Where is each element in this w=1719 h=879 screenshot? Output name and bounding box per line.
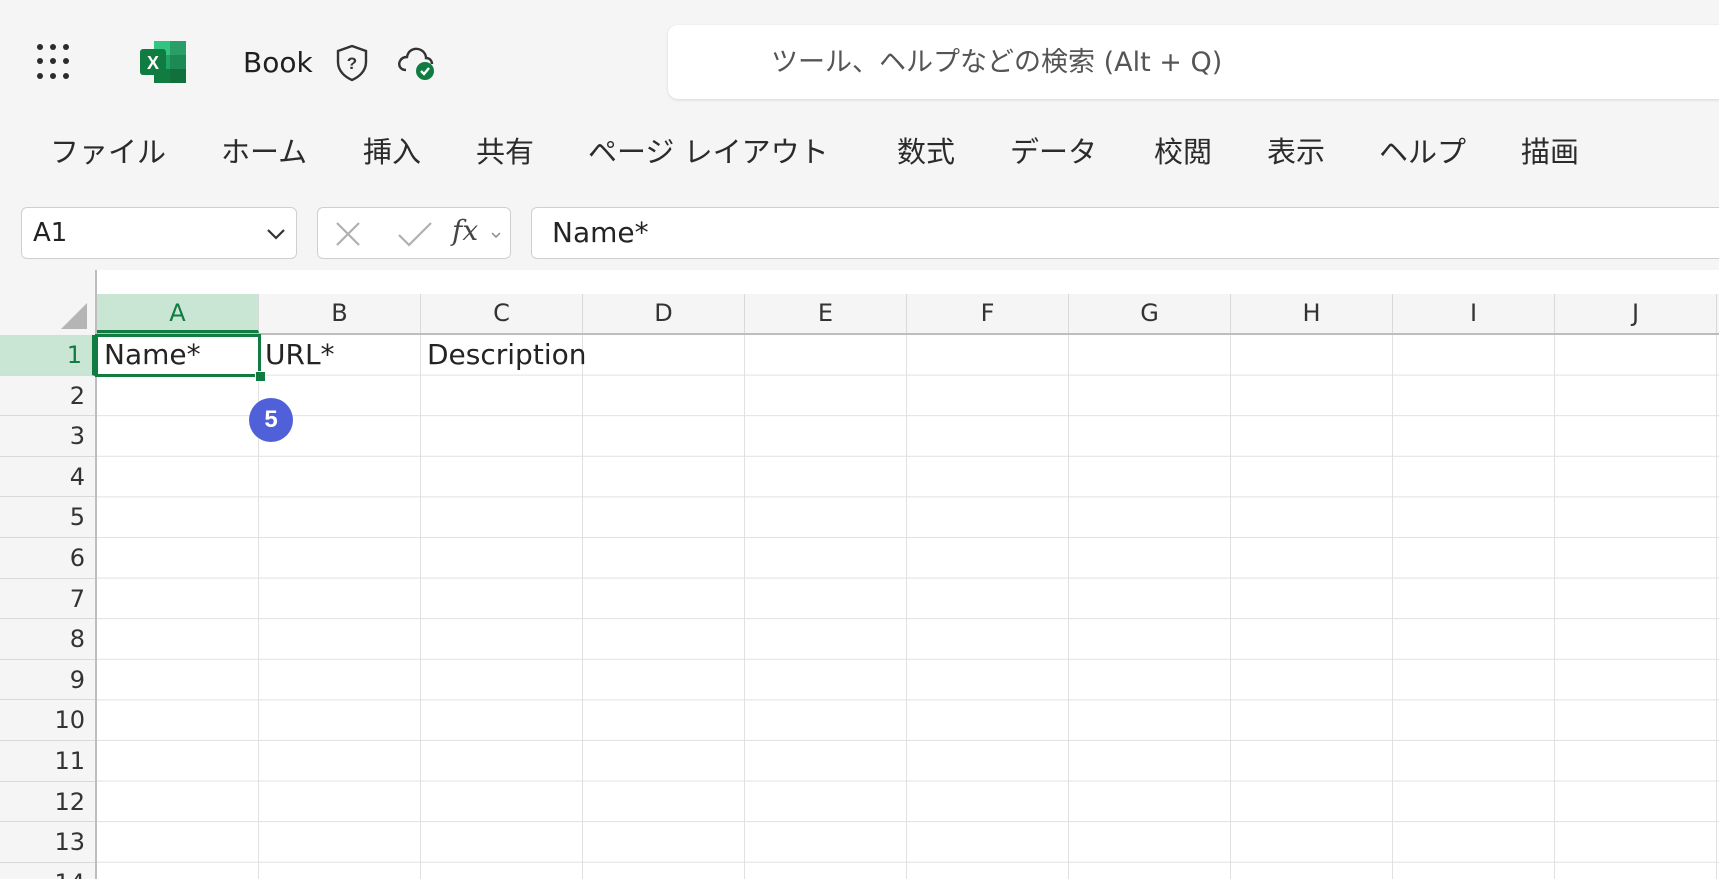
tab-share[interactable]: 共有	[476, 134, 534, 170]
tab-insert[interactable]: 挿入	[363, 134, 421, 170]
column-header-a[interactable]: A	[97, 294, 259, 333]
svg-text:X: X	[147, 53, 159, 73]
name-box-value: A1	[33, 218, 68, 248]
tab-page-layout[interactable]: ページ レイアウト	[588, 134, 829, 170]
row-header-4[interactable]: 4	[0, 457, 95, 498]
excel-logo-icon[interactable]: X	[140, 41, 186, 83]
ribbon-tabs: ファイル ホーム 挿入 共有 ページ レイアウト 数式 データ 校閲 表示 ヘル…	[0, 124, 1719, 184]
row-header-8[interactable]: 8	[0, 619, 95, 660]
spreadsheet-grid: A B C D E F G H I J 1 2 3 4 5 6 7 8 9 10…	[0, 270, 1719, 879]
tab-home[interactable]: ホーム	[221, 134, 307, 170]
column-header-f[interactable]: F	[907, 294, 1069, 333]
cancel-icon[interactable]	[333, 219, 363, 249]
row-header-14[interactable]: 14	[0, 863, 95, 879]
excel-web-app: X Book ? ファイル ホーム 挿入 共有 ページ レイアウト 数式 データ…	[0, 0, 1719, 879]
row-header-6[interactable]: 6	[0, 538, 95, 579]
cloud-saved-icon[interactable]	[396, 44, 438, 82]
checkmark-icon[interactable]	[396, 219, 434, 249]
row-header-13[interactable]: 13	[0, 822, 95, 863]
search-input[interactable]	[668, 25, 1719, 99]
insert-function-button[interactable]: fx	[452, 214, 478, 247]
select-all-button[interactable]	[0, 270, 97, 335]
column-header-c[interactable]: C	[421, 294, 583, 333]
formula-actions: fx	[317, 207, 511, 259]
column-header-j[interactable]: J	[1555, 294, 1717, 333]
column-header-i[interactable]: I	[1393, 294, 1555, 333]
column-header-g[interactable]: G	[1069, 294, 1231, 333]
tab-data[interactable]: データ	[1010, 134, 1097, 170]
row-header-3[interactable]: 3	[0, 416, 95, 457]
formula-bar: A1 fx Name*	[0, 205, 1719, 261]
name-box[interactable]: A1	[21, 207, 297, 259]
column-headers: A B C D E F G H I J	[97, 294, 1719, 335]
chevron-down-icon[interactable]	[264, 222, 288, 246]
title-bar: X Book ?	[0, 0, 1719, 118]
column-header-d[interactable]: D	[583, 294, 745, 333]
row-header-2[interactable]: 2	[0, 376, 95, 417]
tab-help[interactable]: ヘルプ	[1379, 134, 1466, 170]
app-launcher-icon[interactable]	[37, 44, 73, 80]
row-header-12[interactable]: 12	[0, 782, 95, 823]
cell-c1[interactable]: Description	[427, 335, 586, 375]
row-header-7[interactable]: 7	[0, 579, 95, 620]
column-header-h[interactable]: H	[1231, 294, 1393, 333]
row-header-1[interactable]: 1	[0, 335, 95, 376]
row-header-10[interactable]: 10	[0, 700, 95, 741]
row-header-9[interactable]: 9	[0, 660, 95, 701]
tab-review[interactable]: 校閲	[1154, 134, 1212, 170]
cell-b1[interactable]: URL*	[265, 335, 335, 375]
cell-grid[interactable]: Name* URL* Description	[97, 335, 1719, 879]
formula-input[interactable]: Name*	[531, 207, 1719, 259]
document-title[interactable]: Book	[243, 46, 313, 80]
column-header-e[interactable]: E	[745, 294, 907, 333]
formula-value: Name*	[552, 216, 649, 249]
column-header-b[interactable]: B	[259, 294, 421, 333]
chevron-down-icon[interactable]	[490, 230, 502, 240]
shield-question-icon[interactable]: ?	[334, 44, 370, 82]
tab-view[interactable]: 表示	[1267, 134, 1325, 170]
row-headers: 1 2 3 4 5 6 7 8 9 10 11 12 13 14	[0, 335, 97, 879]
row-header-5[interactable]: 5	[0, 497, 95, 538]
svg-text:?: ?	[347, 54, 357, 73]
active-cell-border	[95, 334, 261, 377]
search-box[interactable]	[668, 25, 1719, 99]
step-badge: 5	[249, 398, 293, 442]
tab-draw[interactable]: 描画	[1521, 134, 1579, 170]
tab-file[interactable]: ファイル	[50, 134, 166, 170]
fill-handle[interactable]	[255, 371, 266, 382]
corner-triangle-icon	[61, 303, 87, 329]
tab-formulas[interactable]: 数式	[897, 134, 955, 170]
row-header-11[interactable]: 11	[0, 741, 95, 782]
